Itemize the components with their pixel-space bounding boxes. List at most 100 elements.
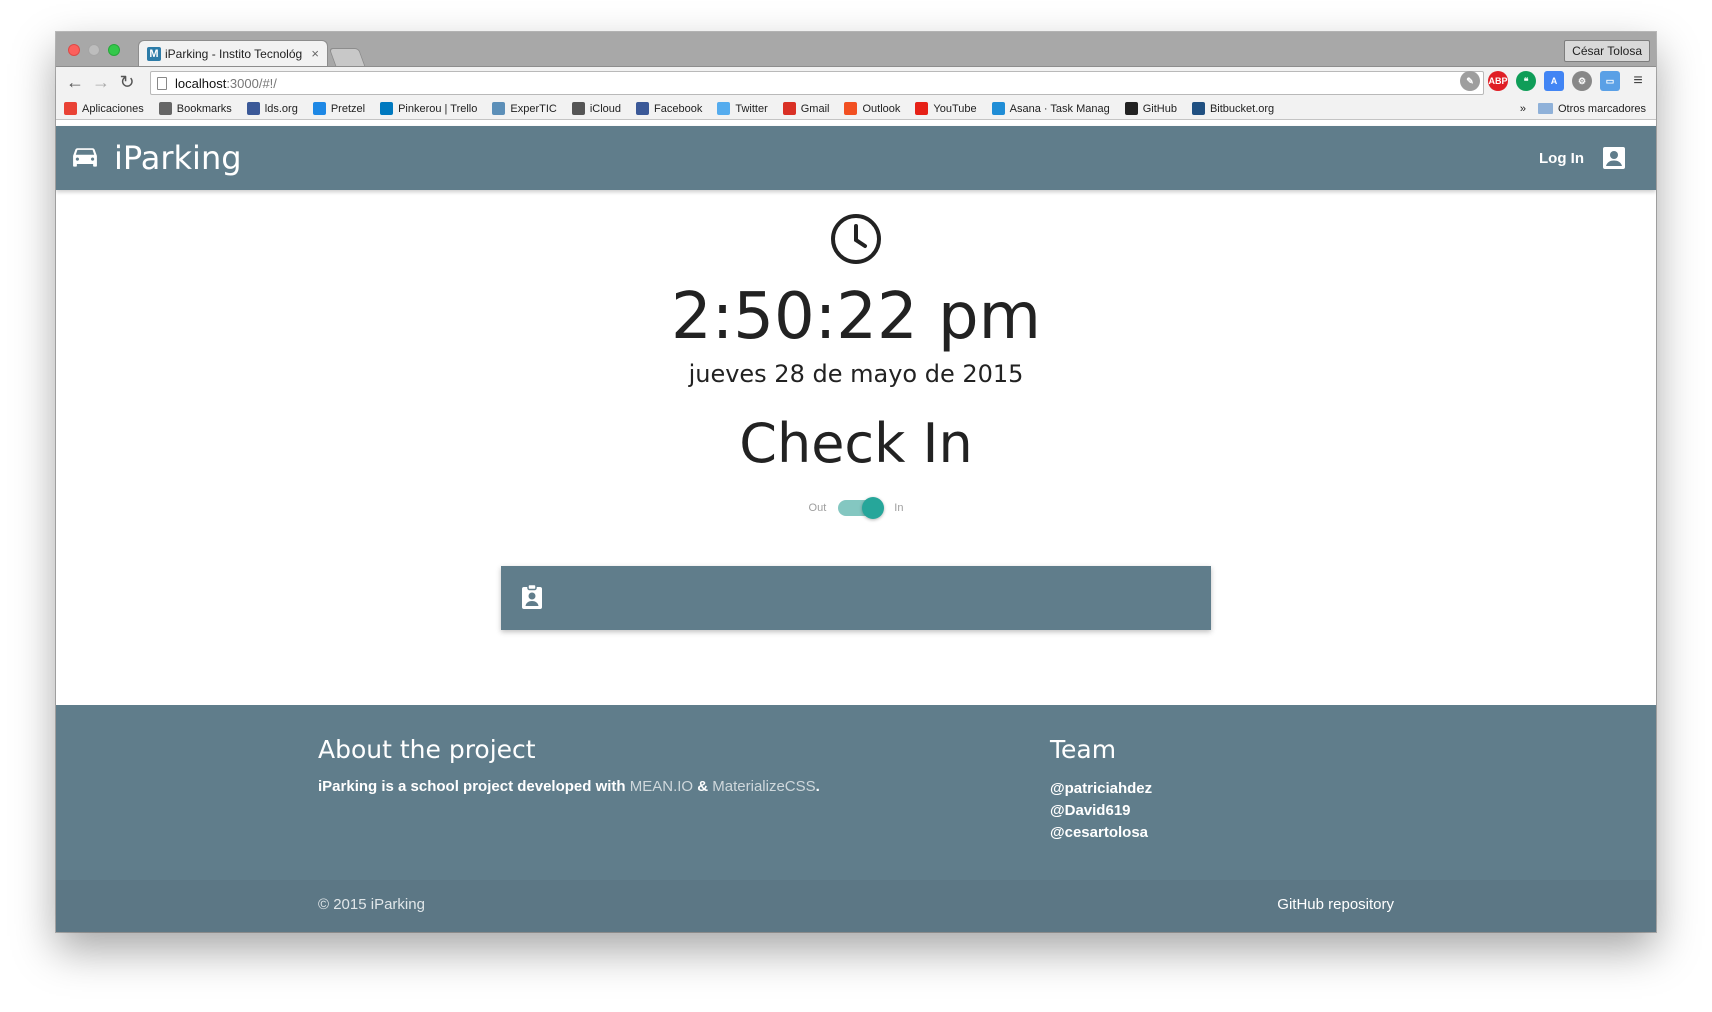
bookmark-item[interactable]: ExperTIC	[492, 102, 557, 115]
about-text: iParking is a school project developed w…	[318, 778, 820, 795]
copyright-text: © 2015 iParking	[318, 896, 425, 913]
profile-button[interactable]: César Tolosa	[1564, 40, 1650, 62]
bookmark-item[interactable]: Gmail	[782, 102, 829, 115]
bookmark-label: Pinkerou | Trello	[398, 102, 478, 115]
back-arrow-icon[interactable]: ←	[62, 70, 88, 96]
bookmark-item[interactable]: YouTube	[915, 102, 977, 115]
bookmark-item[interactable]: Asana · Task Manag	[991, 102, 1110, 115]
about-amp: &	[693, 778, 713, 795]
clock-icon	[831, 214, 881, 264]
github-icon	[1124, 102, 1138, 115]
bookmark-label: Twitter	[735, 102, 768, 115]
bookmark-item[interactable]: Aplicaciones	[64, 102, 144, 115]
github-repository-link[interactable]: GitHub repository	[1277, 896, 1394, 913]
check-switch: Out In	[56, 497, 1656, 519]
about-section: About the project iParking is a school p…	[318, 735, 820, 795]
brand-name: iParking	[114, 139, 242, 177]
footer-copyright-bar: © 2015 iParking GitHub repository	[56, 880, 1656, 932]
page-footer: About the project iParking is a school p…	[56, 705, 1656, 880]
bookmark-item[interactable]: Facebook	[636, 102, 702, 115]
team-member: @David619	[1050, 802, 1131, 819]
current-date: jueves 28 de mayo de 2015	[688, 360, 1024, 388]
main-content: 2:50:22 pm jueves 28 de mayo de 2015 Che…	[56, 190, 1656, 705]
bookmark-item[interactable]: iCloud	[571, 102, 622, 115]
bookmark-label: Facebook	[654, 102, 703, 115]
url-path: :3000/#!/	[226, 75, 277, 91]
check-in-toggle[interactable]	[838, 497, 885, 519]
menu-icon[interactable]: ≡	[1628, 71, 1648, 91]
mean-io-link[interactable]: MEAN.IO	[630, 778, 693, 795]
browser-toolbar: ← → ↻ localhost:3000/#!/ ☆ ✎ ABP ❝ A ⚙ ▭…	[56, 66, 1656, 98]
maximize-window-button[interactable]	[108, 44, 120, 56]
about-title: About the project	[318, 735, 536, 764]
asana-icon	[991, 102, 1005, 115]
bookmark-label: GitHub	[1142, 102, 1177, 115]
bookmark-label: Pretzel	[330, 102, 366, 115]
eyedropper-icon[interactable]: ✎	[1460, 71, 1480, 91]
bookmark-item[interactable]: Pinkerou | Trello	[380, 102, 477, 115]
extension-gear-icon[interactable]: ⚙	[1572, 71, 1592, 91]
star-icon	[158, 102, 172, 115]
bookmarks-overflow-button[interactable]: »	[1520, 103, 1526, 115]
about-end: .	[815, 778, 820, 795]
brand-logo[interactable]: iParking	[72, 126, 242, 190]
bookmark-label: YouTube	[933, 102, 977, 115]
bitbucket-icon	[1191, 102, 1205, 115]
bookmark-label: lds.org	[264, 102, 298, 115]
extension-icons: ✎ ABP ❝ A ⚙ ▭ ≡	[1460, 71, 1648, 91]
team-section: Team @patriciahdez @David619 @cesartolos…	[1050, 735, 1152, 844]
adblock-icon[interactable]: ABP	[1488, 71, 1508, 91]
materializecss-link[interactable]: MaterializeCSS	[712, 778, 815, 795]
team-title: Team	[1050, 735, 1117, 764]
globe-icon	[492, 102, 506, 115]
page-icon	[157, 76, 167, 90]
team-list: @patriciahdez @David619 @cesartolosa	[1050, 778, 1152, 844]
check-status-title: Check In	[739, 412, 973, 475]
apps-grid-icon	[64, 102, 77, 115]
new-tab-button[interactable]	[328, 48, 366, 66]
other-bookmarks-label: Otros marcadores	[1557, 102, 1646, 115]
close-window-button[interactable]	[68, 44, 80, 56]
bookmark-item[interactable]: Bitbucket.org	[1191, 102, 1275, 115]
bookmark-item[interactable]: lds.org	[246, 102, 298, 115]
switch-on-label: In	[894, 502, 904, 514]
translate-icon[interactable]: A	[1544, 71, 1564, 91]
team-member: @patriciahdez	[1050, 780, 1153, 797]
tab-iparking[interactable]: M iParking - Instito Tecnológ ×	[138, 40, 328, 66]
car-icon	[73, 148, 97, 167]
gmail-icon	[782, 102, 796, 115]
forward-arrow-icon[interactable]: →	[88, 70, 114, 96]
bookmark-label: Outlook	[862, 102, 901, 115]
bookmark-label: iCloud	[589, 102, 622, 115]
bookmark-item[interactable]: Bookmarks	[158, 102, 232, 115]
tab-close-icon[interactable]: ×	[311, 46, 319, 61]
bookmark-label: Bookmarks	[176, 102, 232, 115]
about-text-start: iParking is a school project developed w…	[318, 778, 630, 795]
reload-icon[interactable]: ↻	[114, 70, 140, 96]
bookmark-label: Aplicaciones	[82, 102, 144, 115]
bookmark-label: Bitbucket.org	[1209, 102, 1275, 115]
address-bar[interactable]: localhost:3000/#!/ ☆	[150, 71, 1484, 95]
assignment-ind-icon	[522, 584, 542, 609]
bookmark-item[interactable]: Outlook	[844, 102, 900, 115]
pretzel-icon	[312, 102, 326, 115]
twitter-icon	[717, 102, 731, 115]
apple-icon	[571, 102, 585, 115]
tab-title: iParking - Instito Tecnológ	[165, 46, 303, 61]
other-bookmarks-folder[interactable]: Otros marcadores	[1537, 102, 1646, 115]
hangouts-icon[interactable]: ❝	[1516, 71, 1536, 91]
window-icon[interactable]: ▭	[1600, 71, 1620, 91]
bookmarks-bar: Aplicaciones Bookmarks lds.org Pretzel Pinke…	[56, 98, 1656, 120]
login-label: Log In	[1539, 149, 1584, 167]
bookmark-item[interactable]: GitHub	[1124, 102, 1177, 115]
facebook-icon	[636, 102, 650, 115]
windows-icon	[844, 102, 858, 115]
toggle-knob[interactable]	[862, 497, 885, 519]
id-input-card[interactable]	[501, 566, 1211, 630]
current-time: 2:50:22 pm	[670, 280, 1042, 354]
folder-icon	[1537, 103, 1553, 114]
minimize-window-button[interactable]	[88, 44, 100, 56]
bookmark-item[interactable]: Pretzel	[312, 102, 366, 115]
bookmark-item[interactable]: Twitter	[717, 102, 768, 115]
login-button[interactable]: Log In	[1539, 126, 1626, 190]
